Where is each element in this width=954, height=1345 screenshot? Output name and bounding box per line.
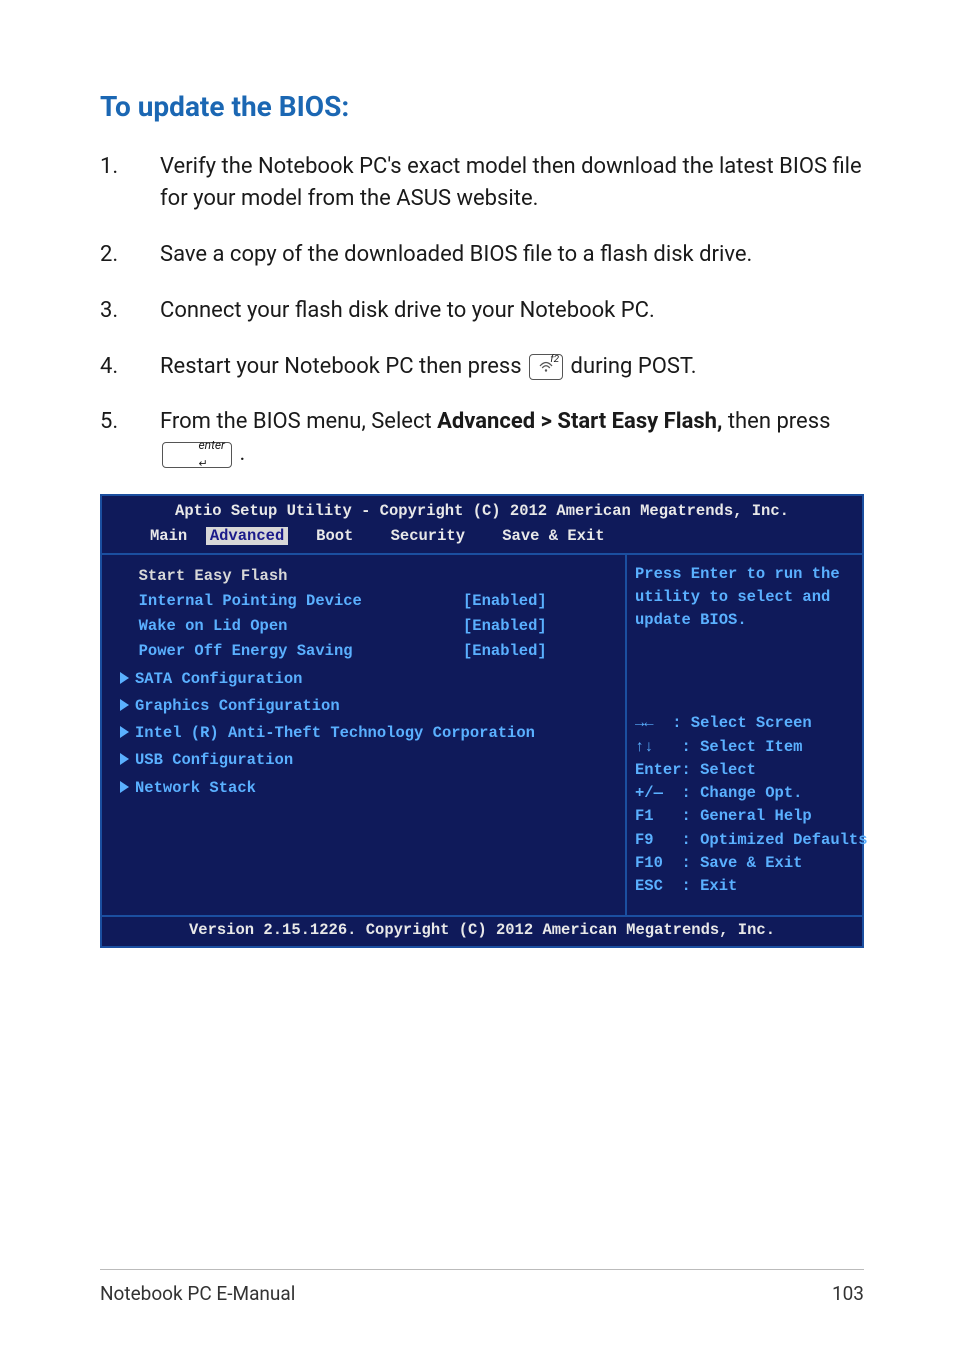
bios-key-line: ESC : Exit: [635, 875, 856, 898]
step-text-part: .: [239, 441, 245, 466]
bios-item-value: [Enabled]: [463, 590, 613, 613]
key-label: f2: [550, 353, 559, 368]
bios-header: Aptio Setup Utility - Copyright (C) 2012…: [102, 496, 862, 525]
bios-item-label: Network Stack: [135, 779, 256, 797]
step-text: From the BIOS menu, Select Advanced > St…: [160, 406, 864, 470]
bios-item-label: Intel (R) Anti-Theft Technology Corporat…: [135, 724, 535, 742]
triangle-icon: [120, 699, 129, 711]
steps-list: 1. Verify the Notebook PC's exact model …: [100, 151, 864, 470]
step-text: Verify the Notebook PC's exact model the…: [160, 151, 864, 215]
bios-submenu-usb: USB Configuration: [120, 749, 613, 772]
triangle-icon: [120, 672, 129, 684]
page-number: 103: [832, 1282, 864, 1305]
bios-submenu-graphics: Graphics Configuration: [120, 695, 613, 718]
enter-text: enter: [198, 438, 225, 452]
step-number: 3.: [100, 295, 160, 327]
bios-options-pane: Start Easy Flash Internal Pointing Devic…: [102, 555, 627, 915]
bios-item-label: Wake on Lid Open: [139, 617, 288, 635]
bios-footer: Version 2.15.1226. Copyright (C) 2012 Am…: [102, 915, 862, 946]
bios-submenu-sata: SATA Configuration: [120, 668, 613, 691]
bios-help-description: Press Enter to run the utility to select…: [635, 563, 856, 713]
bios-key-line: +/— : Change Opt.: [635, 782, 856, 805]
step-text: Restart your Notebook PC then press f2 d…: [160, 351, 864, 383]
bios-item-wake-lid: Wake on Lid Open [Enabled]: [120, 615, 613, 638]
bios-item-internal-pointing: Internal Pointing Device [Enabled]: [120, 590, 613, 613]
bios-tab-main: Main: [150, 527, 187, 545]
step-text-part: From the BIOS menu, Select: [160, 409, 437, 434]
bios-item-label: USB Configuration: [135, 751, 293, 769]
step-text: Connect your flash disk drive to your No…: [160, 295, 864, 327]
bios-tab-advanced: Advanced: [206, 527, 288, 545]
f2-key-icon: f2: [529, 354, 563, 380]
page-footer: Notebook PC E-Manual 103: [100, 1269, 864, 1305]
section-heading: To update the BIOS:: [100, 90, 864, 123]
step-number: 4.: [100, 351, 160, 383]
step-text-bold: Advanced > Start Easy Flash,: [437, 409, 722, 434]
step-number: 1.: [100, 151, 160, 215]
bios-tab-security: Security: [391, 527, 465, 545]
step-text-part: Restart your Notebook PC then press: [160, 354, 527, 379]
step-number: 2.: [100, 239, 160, 271]
bios-tab-boot: Boot: [316, 527, 353, 545]
bios-item-value: [Enabled]: [463, 615, 613, 638]
bios-item-label: SATA Configuration: [135, 670, 302, 688]
step-text: Save a copy of the downloaded BIOS file …: [160, 239, 864, 271]
bios-key-line: Enter: Select: [635, 759, 856, 782]
key-label: enter↵: [198, 437, 225, 472]
bios-submenu-intel-antitheft: Intel (R) Anti-Theft Technology Corporat…: [120, 722, 613, 745]
bios-help-pane: Press Enter to run the utility to select…: [627, 555, 862, 915]
bios-item-label: Start Easy Flash: [139, 567, 288, 585]
bios-tab-save: Save & Exit: [502, 527, 604, 545]
bios-submenu-network-stack: Network Stack: [120, 777, 613, 800]
triangle-icon: [120, 781, 129, 793]
triangle-icon: [120, 753, 129, 765]
bios-item-label: Internal Pointing Device: [139, 592, 362, 610]
step-text-part: during POST.: [571, 354, 697, 379]
bios-key-line: F1 : General Help: [635, 805, 856, 828]
bios-key-line: →← : Select Screen: [635, 712, 856, 735]
bios-item-power-off-energy: Power Off Energy Saving [Enabled]: [120, 640, 613, 663]
footer-title: Notebook PC E-Manual: [100, 1282, 295, 1305]
enter-key-icon: enter↵: [162, 442, 232, 468]
step-text-part: then press: [728, 409, 831, 434]
bios-item-label: Power Off Energy Saving: [139, 642, 353, 660]
triangle-icon: [120, 726, 129, 738]
bios-key-line: F9 : Optimized Defaults: [635, 829, 856, 852]
step-number: 5.: [100, 406, 160, 470]
bios-item-label: Graphics Configuration: [135, 697, 340, 715]
bios-key-legend: →← : Select Screen ↑↓ : Select Item Ente…: [635, 712, 856, 898]
bios-tabs: Main Advanced Boot Security Save & Exit: [102, 525, 862, 552]
bios-item-value: [Enabled]: [463, 640, 613, 663]
bios-key-line: ↑↓ : Select Item: [635, 736, 856, 759]
bios-item-start-easy-flash: Start Easy Flash: [120, 565, 613, 588]
bios-key-line: F10 : Save & Exit: [635, 852, 856, 875]
bios-screenshot: Aptio Setup Utility - Copyright (C) 2012…: [100, 494, 864, 948]
